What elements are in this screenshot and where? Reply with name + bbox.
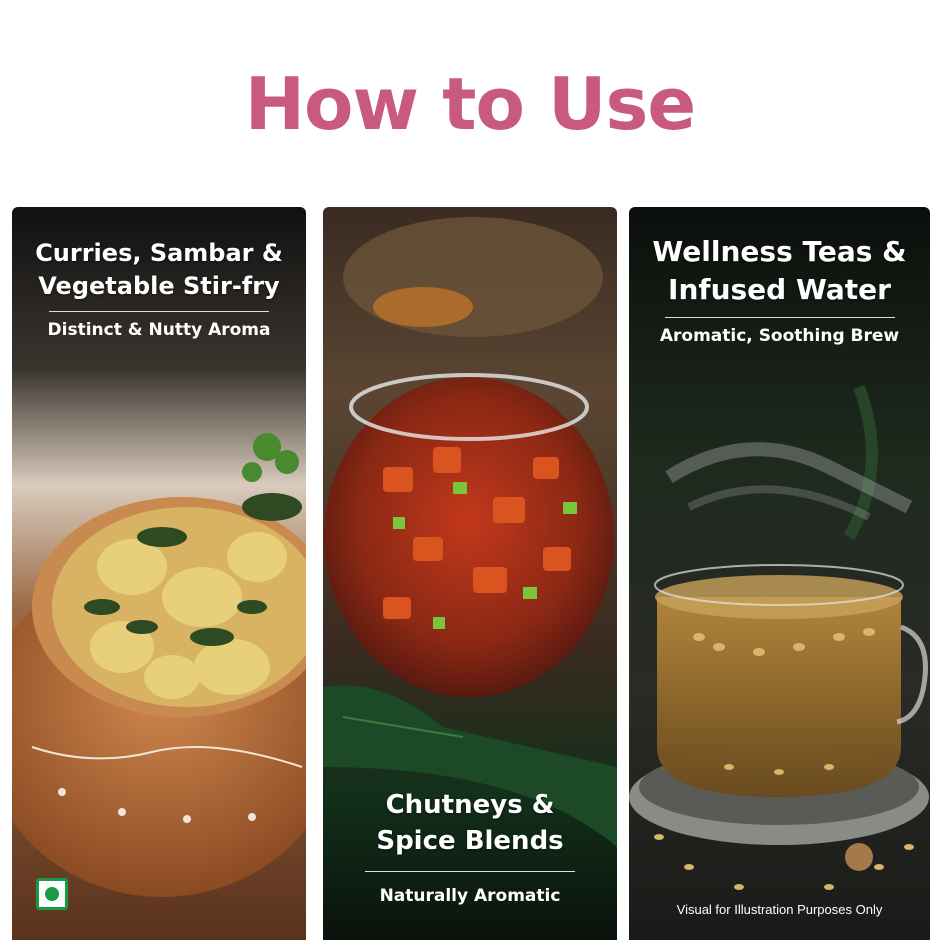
card-heading-line1: Wellness Teas &	[652, 235, 907, 268]
page-title: How to Use	[244, 62, 696, 146]
card-subheading: Distinct & Nutty Aroma	[47, 320, 271, 340]
caption-divider	[49, 311, 269, 312]
card-subheading: Naturally Aromatic	[379, 886, 561, 906]
veg-mark-icon	[36, 878, 68, 910]
card-heading-line2: Vegetable Stir-fry	[38, 272, 280, 300]
usage-card-curries: Curries, Sambar & Vegetable Stir-fry Dis…	[12, 207, 306, 940]
card-heading-line2: Infused Water	[668, 273, 891, 306]
card-caption: Curries, Sambar & Vegetable Stir-fry Dis…	[12, 237, 306, 340]
card-caption: Chutneys & Spice Blends Naturally Aromat…	[323, 787, 617, 906]
card-caption: Wellness Teas & Infused Water Aromatic, …	[629, 233, 930, 346]
disclaimer-text: Visual for Illustration Purposes Only	[676, 902, 883, 917]
card-heading-line1: Curries, Sambar &	[35, 239, 283, 267]
caption-divider	[365, 871, 575, 872]
card-heading-line1: Chutneys &	[385, 790, 555, 820]
caption-divider	[664, 317, 895, 318]
usage-card-teas: Wellness Teas & Infused Water Aromatic, …	[629, 207, 930, 940]
card-heading-line2: Spice Blends	[376, 826, 564, 856]
usage-card-chutneys: chen Chutneys & Spice Blends Naturally A…	[323, 207, 617, 940]
card-subheading: Aromatic, Soothing Brew	[659, 326, 900, 346]
